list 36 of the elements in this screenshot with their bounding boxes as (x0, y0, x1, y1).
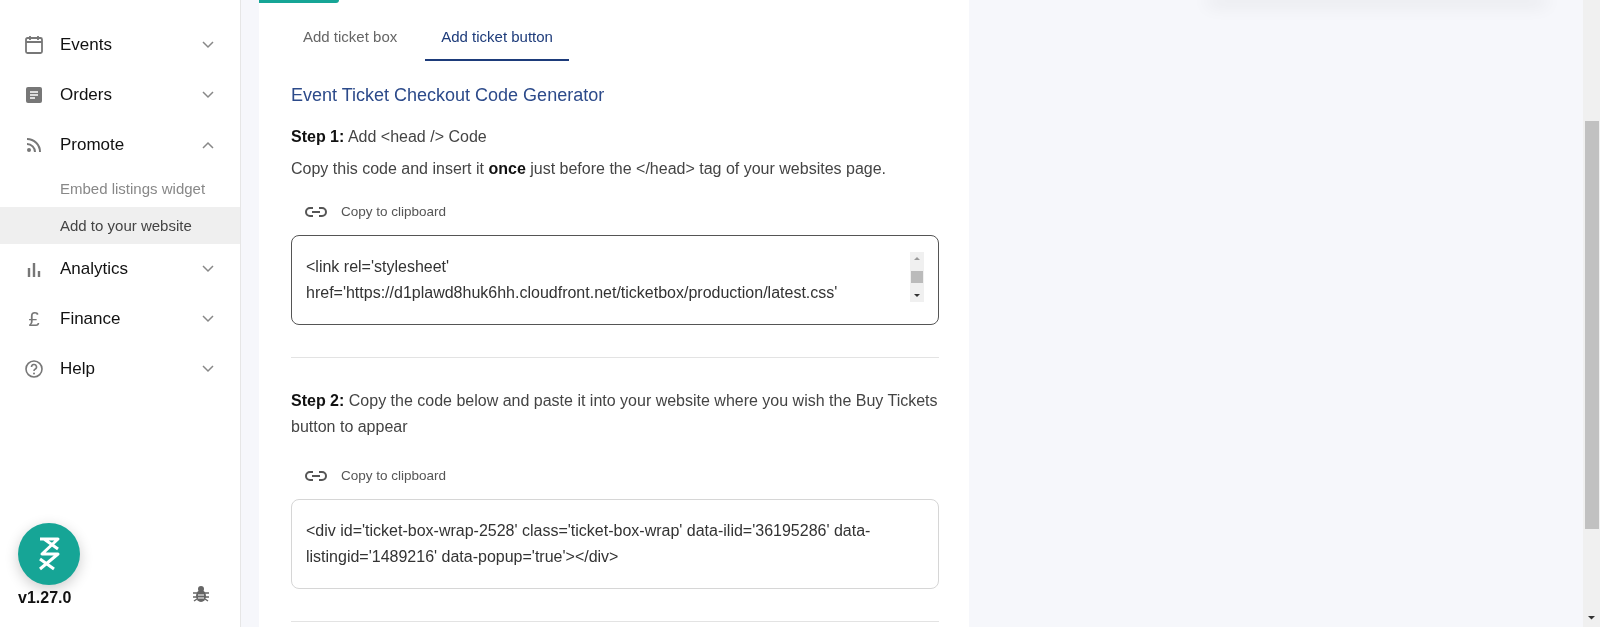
chevron-icon (202, 41, 214, 49)
tab[interactable]: Add ticket button (425, 14, 569, 61)
link-icon (305, 205, 327, 218)
sidebar-item[interactable]: Help (0, 344, 240, 394)
sidebar-item[interactable]: Orders (0, 70, 240, 120)
sidebar-item[interactable]: Analytics (0, 244, 240, 294)
help-icon (24, 359, 44, 379)
step-description: Copy this code and insert it once just before the </head> tag of your websites page. (291, 159, 888, 179)
logo-icon[interactable] (18, 523, 80, 585)
step-heading: Step 1: Add <head /> Code (291, 127, 488, 147)
scrollbar-drawing[interactable] (910, 252, 924, 302)
calendar-icon (24, 35, 44, 55)
rss-icon (25, 136, 43, 154)
chevron-icon (202, 91, 214, 99)
sidebar-subitem[interactable]: Embed listings widget (0, 170, 240, 207)
pound-icon: £ (28, 309, 40, 329)
sidebar-subitem[interactable]: Add to your website (0, 207, 240, 244)
tab[interactable]: Add ticket box (291, 14, 412, 61)
sidebar-item[interactable]: £ Finance (0, 294, 240, 344)
step-heading: Step 2: Copy the code below and paste it into your website where you wish the Buy Tickets button to appear (291, 391, 939, 437)
copy-to-clipboard-button[interactable]: Copy to clipboard (305, 200, 447, 223)
sidebar-item[interactable]: Promote (0, 120, 240, 170)
link-icon (305, 469, 327, 482)
version-label: v1.27.0 (18, 589, 73, 607)
document-icon (25, 86, 43, 104)
code-textarea[interactable]: <link rel='stylesheet' href='https://d1plawd8huk6hh.cloudfront.net/ticketbox/production/latest.css' (291, 235, 939, 325)
chevron-icon (202, 365, 214, 373)
bar-chart-icon (26, 261, 42, 277)
section-title: Event Ticket Checkout Code Generator (291, 85, 606, 106)
chevron-icon (202, 141, 214, 149)
bug-icon[interactable] (192, 585, 210, 603)
code-textarea[interactable]: <div id='ticket-box-wrap-2528' class='ticket-box-wrap' data-ilid='36195286' data-listingid='1489216' data-popup='true'></div> (291, 499, 939, 589)
sidebar-item[interactable]: Events (0, 20, 240, 70)
chevron-icon (202, 315, 214, 323)
chevron-icon (202, 265, 214, 273)
copy-to-clipboard-button[interactable]: Copy to clipboard (305, 464, 447, 487)
